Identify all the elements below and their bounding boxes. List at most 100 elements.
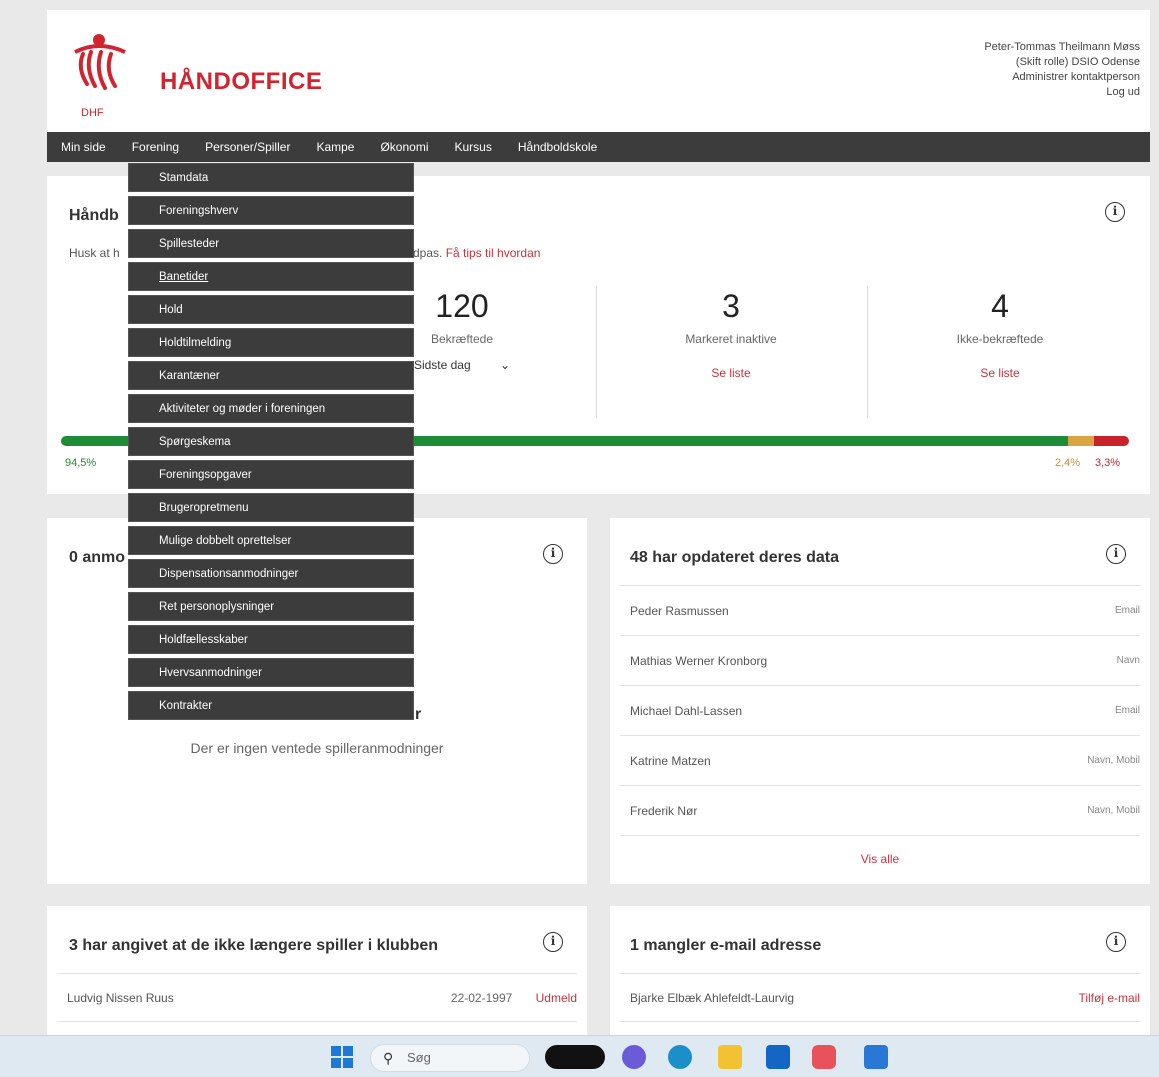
hint-tail: dpas. Få tips til hvordan: [413, 246, 540, 260]
menu-item-ret-personoplysninger[interactable]: Ret personoplysninger: [128, 592, 414, 621]
nav-min-side[interactable]: Min side: [47, 140, 119, 154]
search-icon: ⚲: [383, 1050, 394, 1066]
file-explorer-icon[interactable]: [718, 1045, 742, 1069]
show-all-link[interactable]: Vis alle: [610, 852, 1150, 866]
nav-haandboldskole[interactable]: Håndboldskole: [505, 140, 610, 154]
divider: [867, 286, 868, 418]
tips-link[interactable]: Få tips til hvordan: [446, 246, 541, 260]
progress-green-label: 94,5%: [65, 457, 97, 469]
menu-item-spørgeskema[interactable]: Spørgeskema: [128, 427, 414, 456]
progress-yellow: [1068, 436, 1094, 446]
menu-item-label: Holdfællesskaber: [159, 634, 248, 646]
contact-person-link[interactable]: Administrer kontaktperson: [984, 70, 1140, 85]
birth-date: 22-02-1997: [450, 990, 513, 1005]
snipping-tool-icon[interactable]: [812, 1045, 836, 1069]
menu-item-holdfællesskaber[interactable]: Holdfællesskaber: [128, 625, 414, 654]
menu-item-karantæner[interactable]: Karantæner: [128, 361, 414, 390]
person-name: Peder Rasmussen: [630, 603, 729, 618]
unconfirmed-list-link[interactable]: Se liste: [900, 366, 1100, 380]
menu-item-spillesteder[interactable]: Spillesteder: [128, 229, 414, 258]
nav-personer-spiller[interactable]: Personer/Spiller: [192, 140, 303, 154]
changed-field: Email: [1114, 705, 1140, 716]
menu-item-kontrakter[interactable]: Kontrakter: [128, 691, 414, 720]
row-right: 22-02-1997 Udmeld: [451, 991, 577, 1005]
menu-item-hvervsanmodninger[interactable]: Hvervsanmodninger: [128, 658, 414, 687]
add-email-link[interactable]: Tilføj e-mail: [1078, 991, 1140, 1005]
taskbar-search[interactable]: ⚲ Søg: [370, 1044, 530, 1072]
list-item[interactable]: Ludvig Nissen Ruus 22-02-1997 Udmeld: [57, 974, 577, 1022]
left-club-title: 3 har angivet at de ikke længere spiller…: [69, 937, 439, 954]
requests-empty-text: Der er ingen ventede spilleranmodninger: [190, 740, 444, 756]
inactive-list-link[interactable]: Se liste: [631, 366, 831, 380]
stat-unconfirmed-value: 4: [991, 288, 1009, 324]
changed-field: Navn, Mobil: [1087, 755, 1140, 766]
changed-field: Email: [1114, 605, 1140, 616]
menu-item-label: Spillesteder: [159, 238, 220, 250]
period-select-value: Sidste dag: [413, 358, 471, 372]
menu-item-foreningshverv[interactable]: Foreningshverv: [128, 196, 414, 225]
menu-item-stamdata[interactable]: Stamdata: [128, 163, 414, 192]
person-name: Ludvig Nissen Ruus: [67, 990, 174, 1005]
nav-oekonomi[interactable]: Økonomi: [367, 140, 441, 154]
menu-item-holdtilmelding[interactable]: Holdtilmelding: [128, 328, 414, 357]
person-name: Mathias Werner Kronborg: [630, 653, 768, 668]
menu-item-label: Banetider: [159, 271, 209, 283]
info-icon[interactable]: i: [543, 544, 563, 564]
recording-icon[interactable]: [545, 1045, 605, 1069]
switch-role-link[interactable]: (Skift rolle) DSIO Odense: [984, 55, 1140, 70]
header: DHF HÅNDOFFICE Peter-Tommas Theilmann Mø…: [47, 10, 1150, 132]
menu-item-label: Foreningshverv: [159, 205, 239, 217]
brand-title: HÅNDOFFICE: [160, 68, 323, 95]
menu-item-brugeropretmenu[interactable]: Brugeropretmenu: [128, 493, 414, 522]
taskbar: ⚲ Søg: [0, 1035, 1159, 1077]
nav-kursus[interactable]: Kursus: [442, 140, 505, 154]
menu-item-label: Foreningsopgaver: [159, 469, 252, 481]
menu-item-label: Hold: [159, 304, 183, 316]
windows-start-icon[interactable]: [330, 1045, 354, 1069]
list-item[interactable]: Peder Rasmussen Email: [620, 586, 1140, 636]
menu-item-label: Karantæner: [159, 370, 220, 382]
changed-field: Navn: [1116, 655, 1140, 666]
menu-item-label: Aktiviteter og møder i foreningen: [159, 403, 326, 415]
dhf-logo[interactable]: DHF: [69, 32, 131, 122]
menu-item-foreningsopgaver[interactable]: Foreningsopgaver: [128, 460, 414, 489]
list-item[interactable]: Bjarke Elbæk Ahlefeldt-Laurvig Tilføj e-…: [620, 974, 1140, 1022]
edge-browser-icon[interactable]: [668, 1045, 692, 1069]
stat-inactive-value: 3: [722, 288, 740, 324]
stat-unconfirmed-label: Ikke-bekræftede: [956, 332, 1044, 346]
menu-item-label: Holdtilmelding: [159, 337, 232, 349]
phone-link-icon[interactable]: [864, 1045, 888, 1069]
list-item[interactable]: Frederik Nør Navn, Mobil: [620, 786, 1140, 836]
menu-item-label: Brugeropretmenu: [159, 502, 249, 514]
user-panel: Peter-Tommas Theilmann Møss (Skift rolle…: [984, 40, 1140, 100]
info-icon[interactable]: i: [1106, 932, 1126, 952]
logout-link[interactable]: Log ud: [984, 85, 1140, 100]
menu-item-label: Dispensationsanmodninger: [159, 568, 299, 580]
list-item[interactable]: Katrine Matzen Navn, Mobil: [620, 736, 1140, 786]
menu-item-label: Stamdata: [159, 172, 209, 184]
chat-icon[interactable]: [622, 1045, 646, 1069]
main-nav: Min side Forening Personer/Spiller Kampe…: [47, 132, 1150, 162]
nav-forening[interactable]: Forening: [119, 140, 192, 154]
chevron-down-icon: ⌄: [500, 358, 511, 372]
person-name: Frederik Nør: [630, 803, 698, 818]
menu-item-mulige-dobbelt-oprettelser[interactable]: Mulige dobbelt oprettelser: [128, 526, 414, 555]
menu-item-hold[interactable]: Hold: [128, 295, 414, 324]
menu-item-banetider[interactable]: Banetider: [128, 262, 414, 291]
menu-item-dispensationsanmodninger[interactable]: Dispensationsanmodninger: [128, 559, 414, 588]
left-club-card: 3 har angivet at de ikke længere spiller…: [47, 906, 587, 1040]
progress-yellow-label: 2,4%: [1055, 457, 1081, 469]
info-icon[interactable]: i: [1105, 202, 1125, 222]
divider: [596, 286, 597, 418]
menu-item-label: Mulige dobbelt oprettelser: [159, 535, 292, 547]
outlook-icon[interactable]: [766, 1045, 790, 1069]
nav-kampe[interactable]: Kampe: [303, 140, 367, 154]
requests-subtitle: r: [415, 706, 422, 723]
unregister-link[interactable]: Udmeld: [536, 991, 577, 1005]
info-icon[interactable]: i: [543, 932, 563, 952]
list-item[interactable]: Mathias Werner Kronborg Navn: [620, 636, 1140, 686]
info-icon[interactable]: i: [1106, 544, 1126, 564]
person-name: Michael Dahl-Lassen: [630, 703, 743, 718]
list-item[interactable]: Michael Dahl-Lassen Email: [620, 686, 1140, 736]
menu-item-aktiviteter-og-møder-i-foreningen[interactable]: Aktiviteter og møder i foreningen: [128, 394, 414, 423]
